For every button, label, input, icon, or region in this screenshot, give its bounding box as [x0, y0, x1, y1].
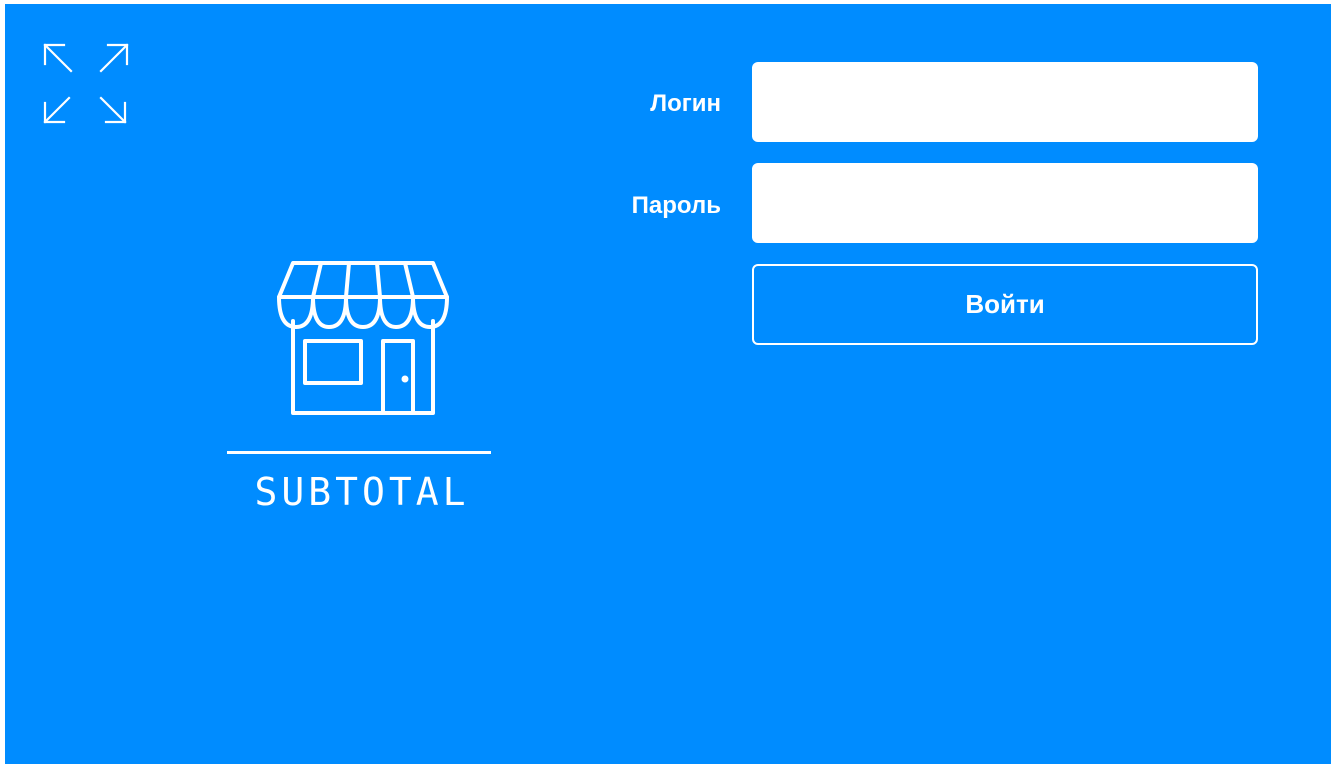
login-label: Логин: [650, 90, 721, 117]
password-label: Пароль: [631, 192, 721, 219]
login-input[interactable]: [752, 62, 1258, 142]
login-button[interactable]: Войти: [752, 264, 1258, 345]
app-logo: SUBTOTAL: [217, 259, 507, 529]
password-input[interactable]: [752, 163, 1258, 243]
expand-arrows-icon: [43, 43, 129, 124]
logo-divider: [227, 451, 491, 454]
logo-text: SUBTOTAL: [254, 470, 470, 514]
fullscreen-button[interactable]: [39, 40, 135, 132]
login-screen: SUBTOTAL Логин Пароль Войти: [5, 4, 1331, 764]
store-icon: [271, 259, 455, 421]
